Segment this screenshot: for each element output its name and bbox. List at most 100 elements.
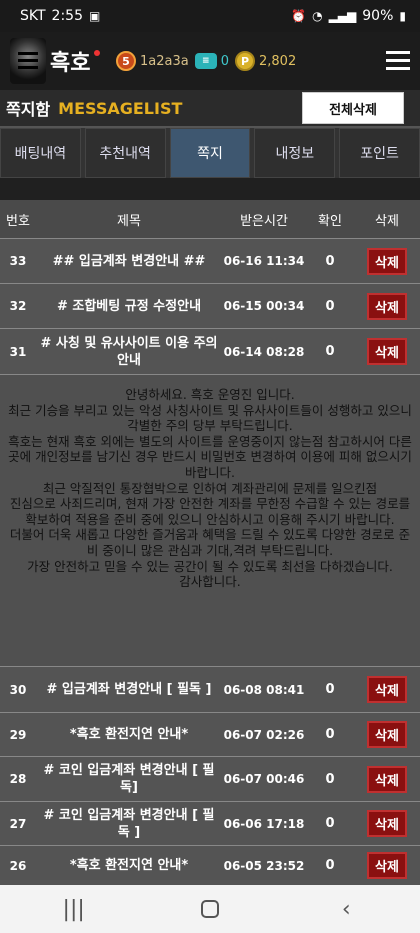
battery-level: 90% <box>362 8 394 24</box>
delete-button[interactable]: 삭제 <box>367 676 407 703</box>
user-points: P 2,802 <box>235 51 296 71</box>
delete-button[interactable]: 삭제 <box>367 852 407 879</box>
row-check: 0 <box>325 682 335 697</box>
page-title-en: MESSAGELIST <box>58 98 183 118</box>
table-row[interactable]: 28 # 코인 입금계좌 변경안내 [ 필독] 06-07 00:46 0 삭제 <box>0 756 420 801</box>
row-no: 31 <box>9 344 27 359</box>
row-time: 06-14 08:28 <box>223 344 305 359</box>
row-no: 27 <box>9 816 27 831</box>
message-body: 안녕하세요. 흑호 운영진 입니다. 최근 기승을 부리고 있는 악성 사칭사이… <box>0 374 420 666</box>
battery-icon: ▮ <box>399 9 406 23</box>
home-icon[interactable] <box>200 900 219 918</box>
header-check: 확인 <box>318 213 342 229</box>
status-bar: SKT 2:55 ▣ ⏰ ◔ ▂▄▆ 90% ▮ <box>0 0 420 32</box>
table-row[interactable]: 29 *흑호 환전지연 안내* 06-07 02:26 0 삭제 <box>0 712 420 756</box>
row-title[interactable]: # 코인 입금계좌 변경안내 [ 필독 ] <box>36 807 222 841</box>
message-line: 흑호는 현재 흑호 외에는 별도의 사이트를 운영중이지 않는점 참고하시어 다… <box>8 433 412 480</box>
user-level: 5 1a2a3a <box>116 51 189 71</box>
table-row[interactable]: 32 # 조합베팅 규정 수정안내 06-15 00:34 0 삭제 <box>0 283 420 328</box>
row-no: 28 <box>9 772 27 786</box>
tiger-logo-icon <box>10 38 46 84</box>
row-check: 0 <box>325 298 335 314</box>
row-time: 06-16 11:34 <box>223 254 305 268</box>
row-title[interactable]: *흑호 환전지연 안내* <box>36 857 222 874</box>
header-no: 번호 <box>6 213 30 229</box>
row-check: 0 <box>325 816 335 831</box>
tab-points[interactable]: 포인트 <box>339 128 420 178</box>
message-line: 최근 기승을 부리고 있는 악성 사칭사이트 및 유사사이트들이 성행하고 있으… <box>8 402 412 434</box>
tab-referral-history[interactable]: 추천내역 <box>84 128 166 178</box>
logo-text: 흑호 <box>50 50 91 76</box>
image-icon: ▣ <box>89 9 101 23</box>
row-time: 06-07 00:46 <box>223 772 305 786</box>
row-no: 32 <box>9 299 27 313</box>
android-nav-bar: ||| ‹ <box>0 885 420 933</box>
row-no: 33 <box>9 254 27 268</box>
site-header: 흑호 5 1a2a3a ≡ 0 P 2,802 <box>0 32 420 90</box>
row-check: 0 <box>325 344 335 359</box>
site-logo[interactable]: 흑호 <box>10 38 110 84</box>
message-line: 가장 안전하고 믿을 수 있는 공간이 될 수 있도록 최선을 다하겠습니다. <box>27 558 393 574</box>
header-received: 받은시간 <box>240 213 288 229</box>
row-title[interactable]: *흑호 환전지연 안내* <box>36 726 222 743</box>
row-time: 06-15 00:34 <box>223 299 305 313</box>
table-row[interactable]: 30 # 입금계좌 변경안내 [ 필독 ] 06-08 08:41 0 삭제 <box>0 666 420 712</box>
tab-messages[interactable]: 쪽지 <box>169 128 251 178</box>
row-no: 26 <box>9 858 27 873</box>
row-check: 0 <box>325 253 335 269</box>
user-coins: ≡ 0 <box>194 53 229 69</box>
point-value: 2,802 <box>259 53 297 69</box>
row-title[interactable]: # 코인 입금계좌 변경안내 [ 필독] <box>36 762 222 796</box>
table-row[interactable]: 33 ## 입금계좌 변경안내 ## 06-16 11:34 0 삭제 <box>0 238 420 283</box>
delete-button[interactable]: 삭제 <box>367 810 407 837</box>
level-icon: 5 <box>116 51 136 71</box>
message-line: 최근 악질적인 통장협박으로 인하여 계좌관리에 문제를 일으킨점 <box>42 480 378 496</box>
delete-button[interactable]: 삭제 <box>367 721 407 748</box>
row-title[interactable]: # 입금계좌 변경안내 [ 필독 ] <box>36 681 222 698</box>
row-check: 0 <box>325 727 335 742</box>
alarm-icon: ⏰ <box>291 9 307 23</box>
row-title[interactable]: ## 입금계좌 변경안내 ## <box>36 253 222 270</box>
wifi-icon: ◔ <box>312 9 323 23</box>
delete-button[interactable]: 삭제 <box>367 247 407 275</box>
recent-apps-icon[interactable]: ||| <box>54 897 94 922</box>
row-no: 30 <box>9 682 27 697</box>
menu-icon[interactable] <box>386 51 410 71</box>
spacer <box>0 178 420 200</box>
delete-button[interactable]: 삭제 <box>367 292 407 320</box>
row-title[interactable]: # 조합베팅 규정 수정안내 <box>36 298 222 315</box>
table-row[interactable]: 31 # 사칭 및 유사사이트 이용 주의 안내 06-14 08:28 0 삭… <box>0 328 420 374</box>
delete-all-button[interactable]: 전체삭제 <box>302 92 404 124</box>
delete-button[interactable]: 삭제 <box>367 338 407 365</box>
tab-betting-history[interactable]: 배팅내역 <box>0 128 81 178</box>
table-row[interactable]: 27 # 코인 입금계좌 변경안내 [ 필독 ] 06-06 17:18 0 삭… <box>0 801 420 845</box>
clock: 2:55 <box>51 8 83 24</box>
coin-value: 0 <box>220 53 229 69</box>
row-time: 06-05 23:52 <box>223 858 305 873</box>
message-line: 더불어 더욱 새롭고 다양한 즐거움과 혜택을 드릴 수 있도록 다양한 경로로… <box>9 527 411 558</box>
signal-icon: ▂▄▆ <box>328 9 357 23</box>
header-title: 제목 <box>117 213 141 229</box>
tab-bar: 배팅내역 추천내역 쪽지 내정보 포인트 <box>0 128 420 178</box>
row-check: 0 <box>325 858 335 873</box>
table-row[interactable]: 26 *흑호 환전지연 안내* 06-05 23:52 0 삭제 <box>0 845 420 885</box>
page-title: 쪽지함 <box>6 100 51 119</box>
point-icon: P <box>235 51 255 71</box>
carrier: SKT <box>20 8 46 24</box>
row-check: 0 <box>325 771 335 787</box>
message-line: 진심으로 사죄드리며, 현재 가장 안전한 계좌를 무한정 수급할 수 있는 경… <box>9 496 411 527</box>
tab-my-info[interactable]: 내정보 <box>254 128 336 178</box>
row-time: 06-07 02:26 <box>223 727 305 742</box>
message-line: 안녕하세요. 흑호 운영진 입니다. <box>125 387 295 402</box>
header-delete: 삭제 <box>375 213 399 229</box>
delete-button[interactable]: 삭제 <box>367 765 407 793</box>
coin-stack-icon: ≡ <box>194 53 217 69</box>
row-no: 29 <box>9 727 27 742</box>
logo-dot <box>94 50 101 56</box>
row-time: 06-08 08:41 <box>223 682 305 697</box>
table-header: 번호 제목 받은시간 확인 삭제 <box>0 200 420 238</box>
back-icon[interactable]: ‹ <box>326 897 366 922</box>
row-time: 06-06 17:18 <box>223 816 305 831</box>
row-title[interactable]: # 사칭 및 유사사이트 이용 주의 안내 <box>36 335 222 369</box>
user-id: 1a2a3a <box>140 53 189 69</box>
